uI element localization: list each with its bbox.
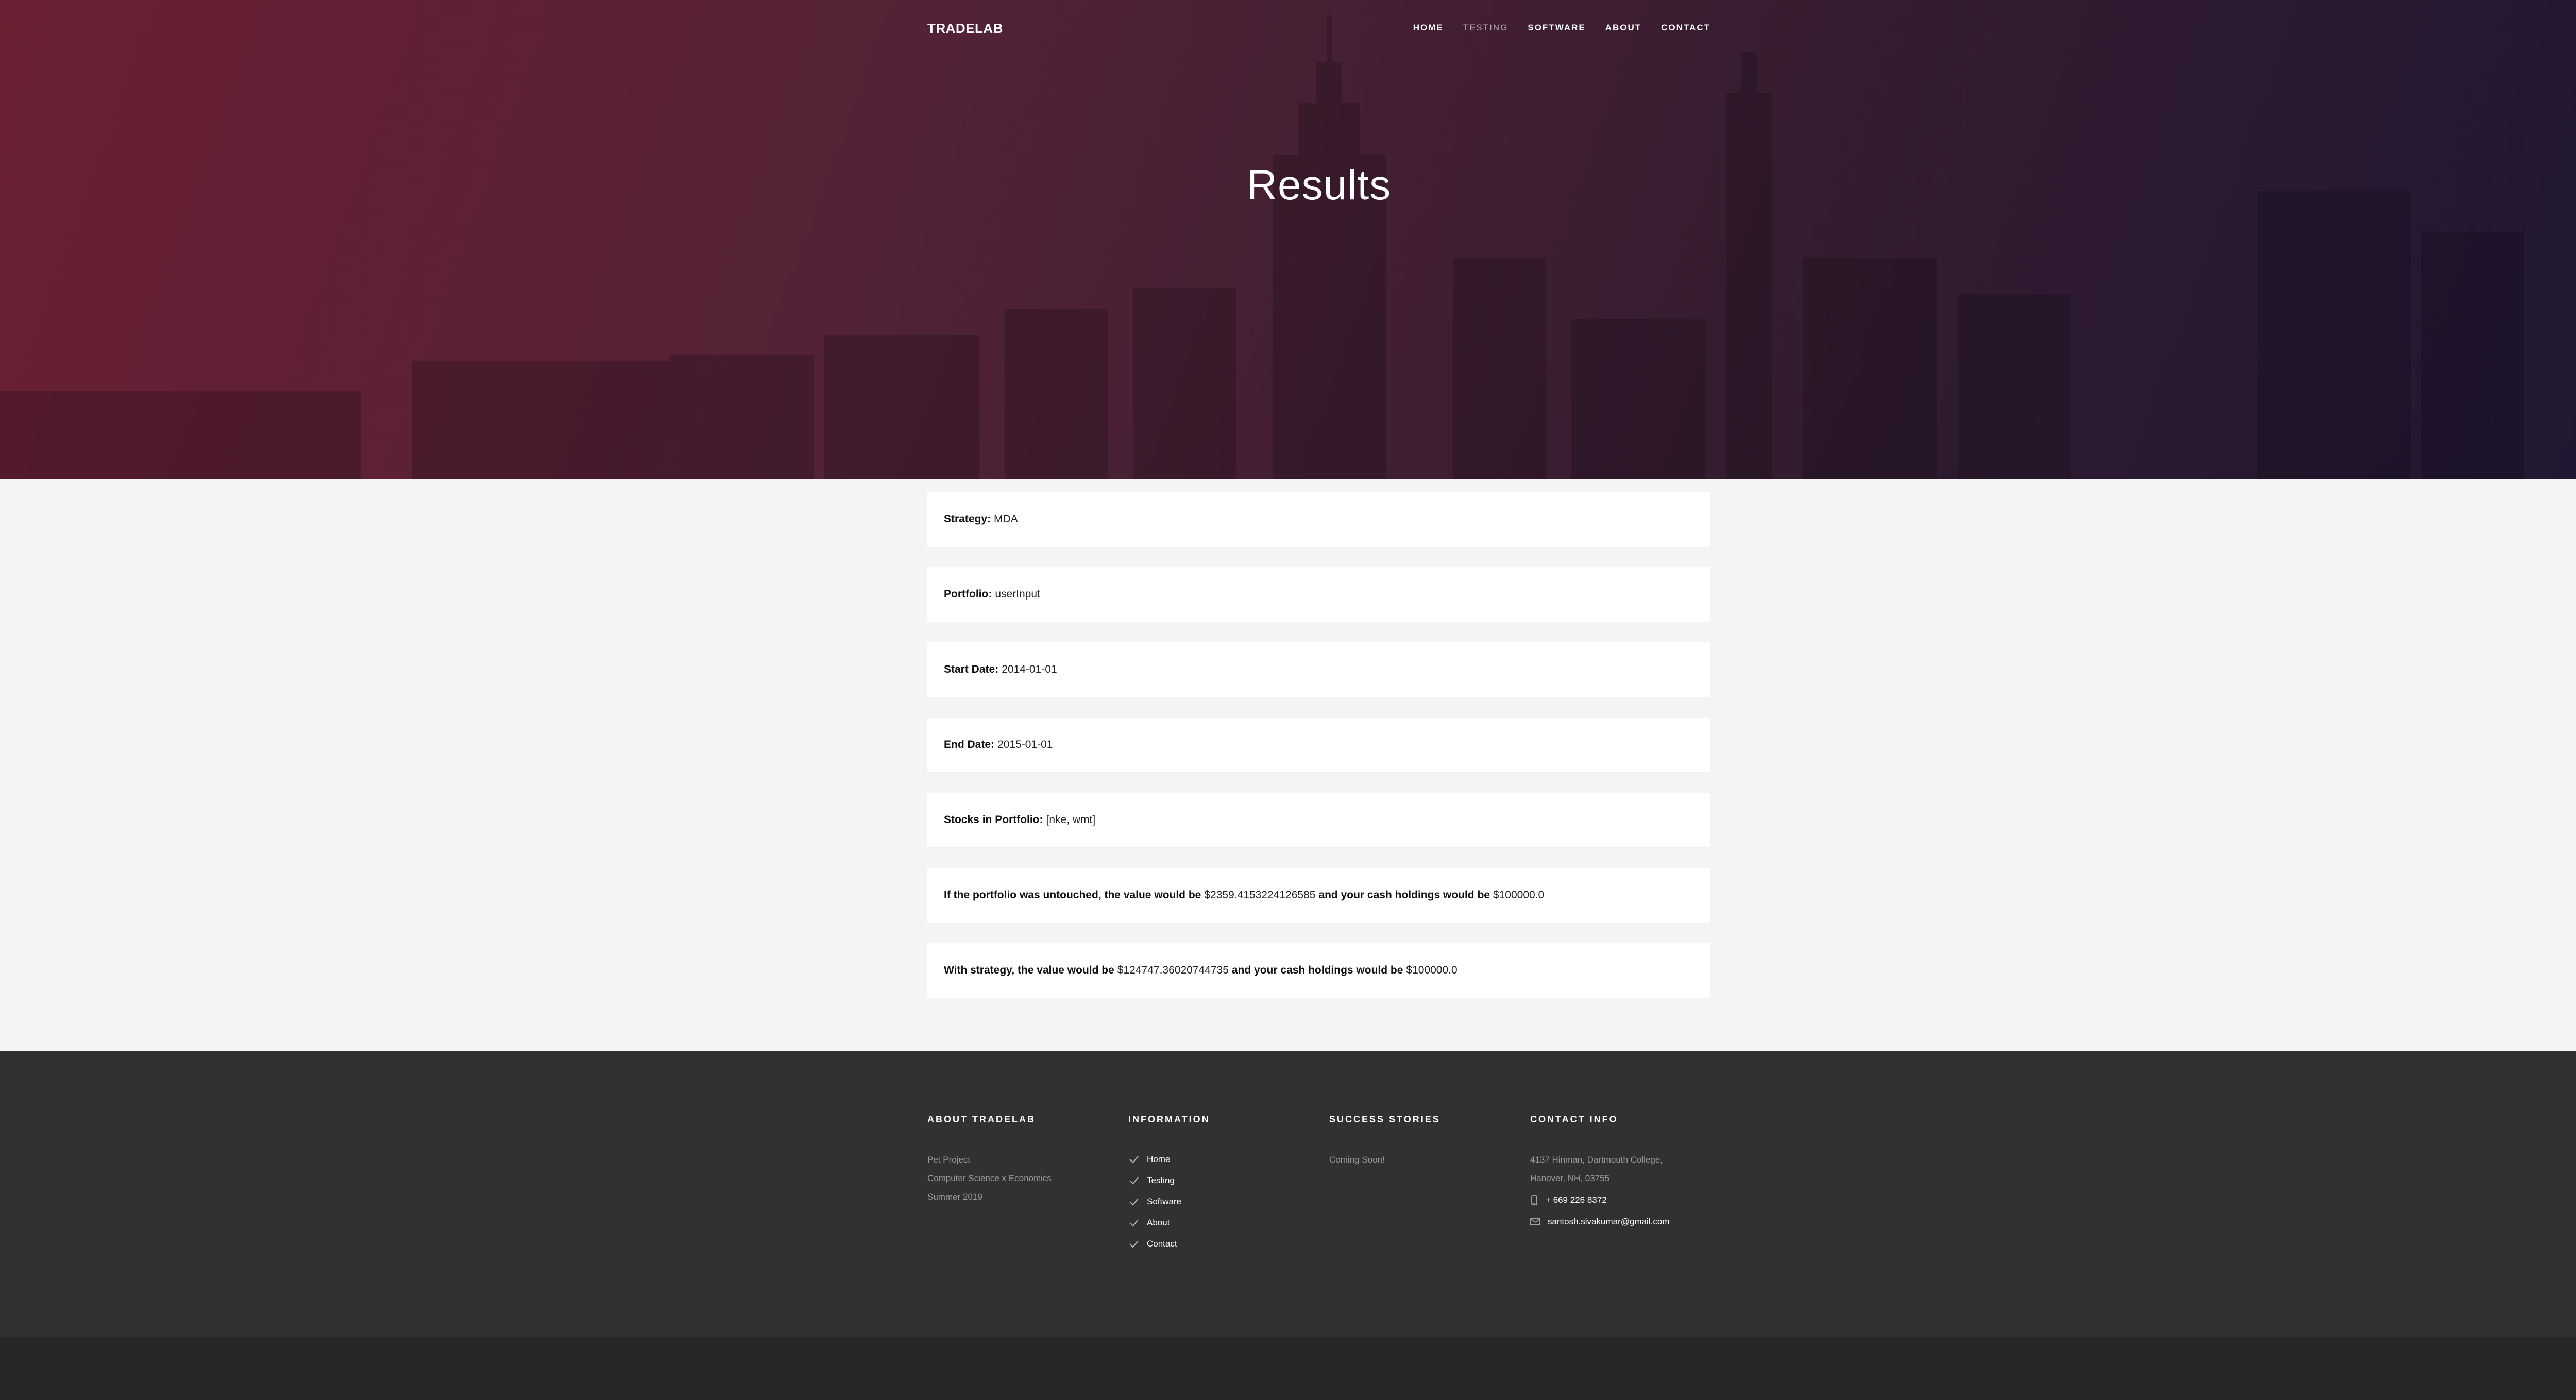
- footer-link-testing[interactable]: Testing: [1147, 1175, 1175, 1186]
- result-value: MDA: [994, 513, 1018, 525]
- contact-address-line2: Hanover, NH, 03755: [1530, 1173, 1610, 1183]
- result-text: and your cash holdings would be: [1231, 964, 1403, 976]
- phone-icon: [1531, 1195, 1537, 1205]
- footer-link-software[interactable]: Software: [1147, 1197, 1181, 1207]
- result-start-date: Start Date: 2014-01-01: [927, 642, 1710, 697]
- brand-logo[interactable]: TRADELAB: [927, 21, 1003, 37]
- result-portfolio: Portfolio: userInput: [927, 567, 1710, 622]
- result-cash: $100000.0: [1406, 964, 1458, 976]
- footer-heading: INFORMATION: [1128, 1114, 1210, 1124]
- check-icon: [1129, 1219, 1139, 1226]
- hero-banner: TRADELAB HOME TESTING SOFTWARE ABOUT CON…: [0, 0, 2576, 479]
- nav-home[interactable]: HOME: [1413, 23, 1444, 33]
- check-icon: [1129, 1176, 1139, 1184]
- result-text: and your cash holdings would be: [1318, 889, 1490, 901]
- contact-address-line1: 4137 Hinman, Dartmouth College,: [1530, 1155, 1663, 1165]
- result-text: With strategy, the value would be: [944, 964, 1114, 976]
- footer-link-item: Contact: [1128, 1231, 1314, 1256]
- result-label: Strategy:: [944, 513, 991, 525]
- contact-phone[interactable]: + 669 226 8372: [1546, 1195, 1607, 1205]
- result-strategy: Strategy: MDA: [927, 492, 1710, 547]
- result-value: [nke, wmt]: [1046, 814, 1096, 826]
- result-cash: $100000.0: [1493, 889, 1545, 901]
- result-value: 2014-01-01: [1002, 663, 1057, 675]
- top-navigation-bar: TRADELAB HOME TESTING SOFTWARE ABOUT CON…: [927, 21, 1710, 39]
- footer-about: ABOUT TRADELAB Pet Project Computer Scie…: [927, 1114, 1113, 1206]
- footer-text: Pet Project: [927, 1155, 971, 1165]
- result-stocks: Stocks in Portfolio: [nke, wmt]: [927, 793, 1710, 847]
- result-label: End Date:: [944, 739, 995, 750]
- contact-email[interactable]: santosh.sivakumar@gmail.com: [1548, 1217, 1669, 1227]
- footer-success-stories: SUCCESS STORIES Coming Soon!: [1329, 1114, 1515, 1169]
- result-untouched: If the portfolio was untouched, the valu…: [927, 868, 1710, 923]
- nav-contact[interactable]: CONTACT: [1661, 23, 1710, 33]
- nav-testing[interactable]: TESTING: [1463, 23, 1509, 33]
- footer-bottom-bar: [0, 1337, 2576, 1400]
- contact-email-row: santosh.sivakumar@gmail.com: [1530, 1209, 1716, 1234]
- result-label: Start Date:: [944, 663, 999, 675]
- results-list: Strategy: MDA Portfolio: userInput Start…: [927, 492, 1710, 1018]
- check-icon: [1129, 1198, 1139, 1205]
- check-icon: [1129, 1155, 1139, 1163]
- footer-heading: ABOUT TRADELAB: [927, 1114, 1036, 1124]
- footer-text: Coming Soon!: [1329, 1155, 1385, 1165]
- result-label: Portfolio:: [944, 588, 992, 600]
- footer-text: Summer 2019: [927, 1192, 982, 1202]
- footer-link-contact[interactable]: Contact: [1147, 1239, 1177, 1249]
- check-icon: [1129, 1240, 1139, 1248]
- result-value: 2015-01-01: [997, 739, 1053, 750]
- page-title: Results: [1246, 161, 1392, 209]
- main-nav: HOME TESTING SOFTWARE ABOUT CONTACT: [1413, 23, 1710, 33]
- footer-links: Home Testing Software About Contact: [1128, 1147, 1314, 1256]
- result-value: $124747.36020744735: [1117, 964, 1229, 976]
- footer-text: Computer Science x Economics: [927, 1173, 1052, 1183]
- result-text: If the portfolio was untouched, the valu…: [944, 889, 1201, 901]
- result-value: userInput: [995, 588, 1040, 600]
- footer-information: INFORMATION Home Testing Software About …: [1128, 1114, 1314, 1256]
- result-value: $2359.4153224126585: [1204, 889, 1316, 901]
- mail-icon: [1530, 1218, 1540, 1225]
- nav-software[interactable]: SOFTWARE: [1528, 23, 1585, 33]
- footer-heading: SUCCESS STORIES: [1329, 1114, 1440, 1124]
- footer-link-home[interactable]: Home: [1147, 1154, 1170, 1165]
- footer-heading: CONTACT INFO: [1530, 1114, 1618, 1124]
- result-label: Stocks in Portfolio:: [944, 814, 1043, 826]
- footer-link-about[interactable]: About: [1147, 1218, 1170, 1228]
- city-skyline-background: [0, 15, 2524, 479]
- result-with-strategy: With strategy, the value would be $12474…: [927, 943, 1710, 998]
- nav-about[interactable]: ABOUT: [1605, 23, 1641, 33]
- result-end-date: End Date: 2015-01-01: [927, 718, 1710, 772]
- contact-phone-row: + 669 226 8372: [1530, 1188, 1716, 1213]
- footer-contact-info: CONTACT INFO 4137 Hinman, Dartmouth Coll…: [1530, 1114, 1716, 1234]
